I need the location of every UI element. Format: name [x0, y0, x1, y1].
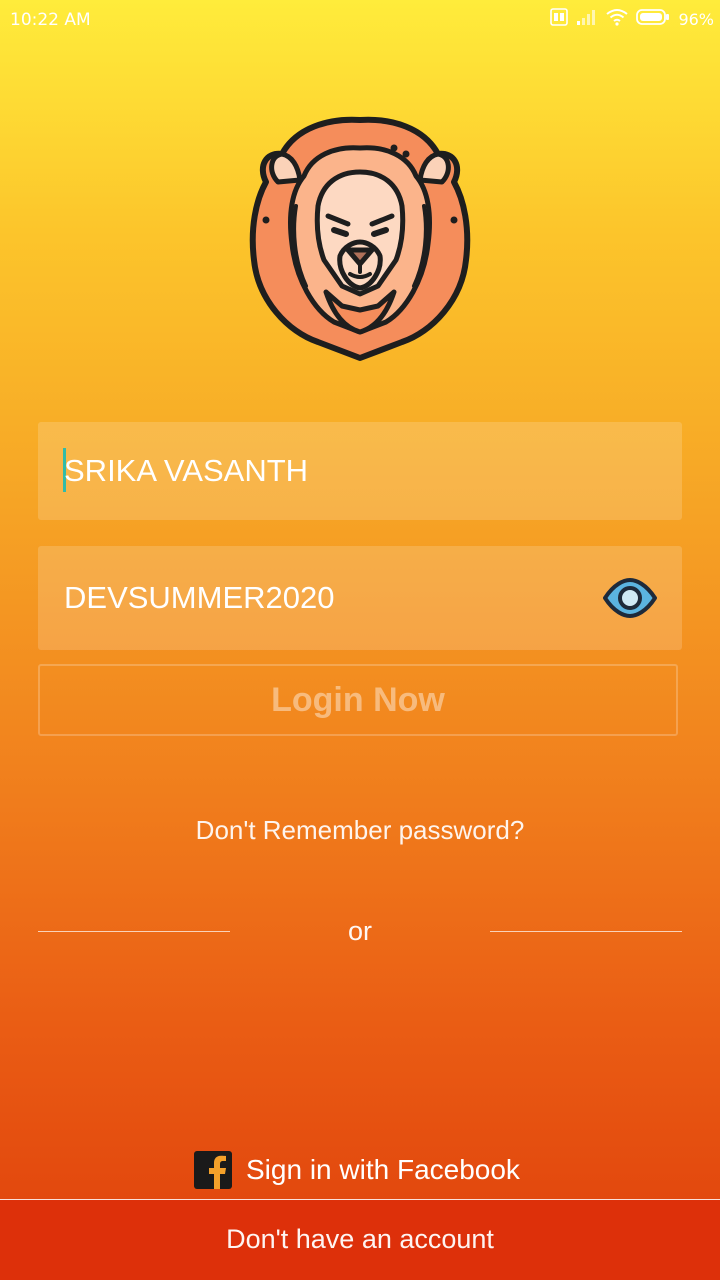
divider-right: [490, 931, 682, 932]
username-input[interactable]: [64, 422, 584, 520]
password-input[interactable]: [64, 546, 584, 650]
password-field[interactable]: [38, 546, 682, 650]
signup-label: Don't have an account: [226, 1224, 494, 1254]
facebook-signin-label: Sign in with Facebook: [246, 1154, 520, 1185]
volte-icon: [550, 7, 569, 31]
status-time: 10:22 AM: [10, 10, 91, 30]
username-field[interactable]: [38, 422, 682, 520]
battery-percent: 96%: [678, 9, 714, 29]
status-icons: 96%: [550, 7, 714, 31]
forgot-password-link[interactable]: Don't Remember password?: [0, 815, 720, 846]
signup-bar[interactable]: Don't have an account: [0, 1199, 720, 1280]
signal-icon: [576, 8, 598, 31]
eye-icon[interactable]: [602, 578, 658, 618]
wifi-icon: [606, 8, 629, 31]
facebook-signin-button[interactable]: Sign in with Facebook: [194, 1150, 520, 1190]
status-bar: 10:22 AM 96%: [0, 0, 720, 40]
login-button[interactable]: Login Now: [38, 664, 678, 736]
facebook-icon: [194, 1151, 232, 1189]
battery-icon: [636, 8, 670, 30]
lion-head-icon: [248, 110, 472, 362]
